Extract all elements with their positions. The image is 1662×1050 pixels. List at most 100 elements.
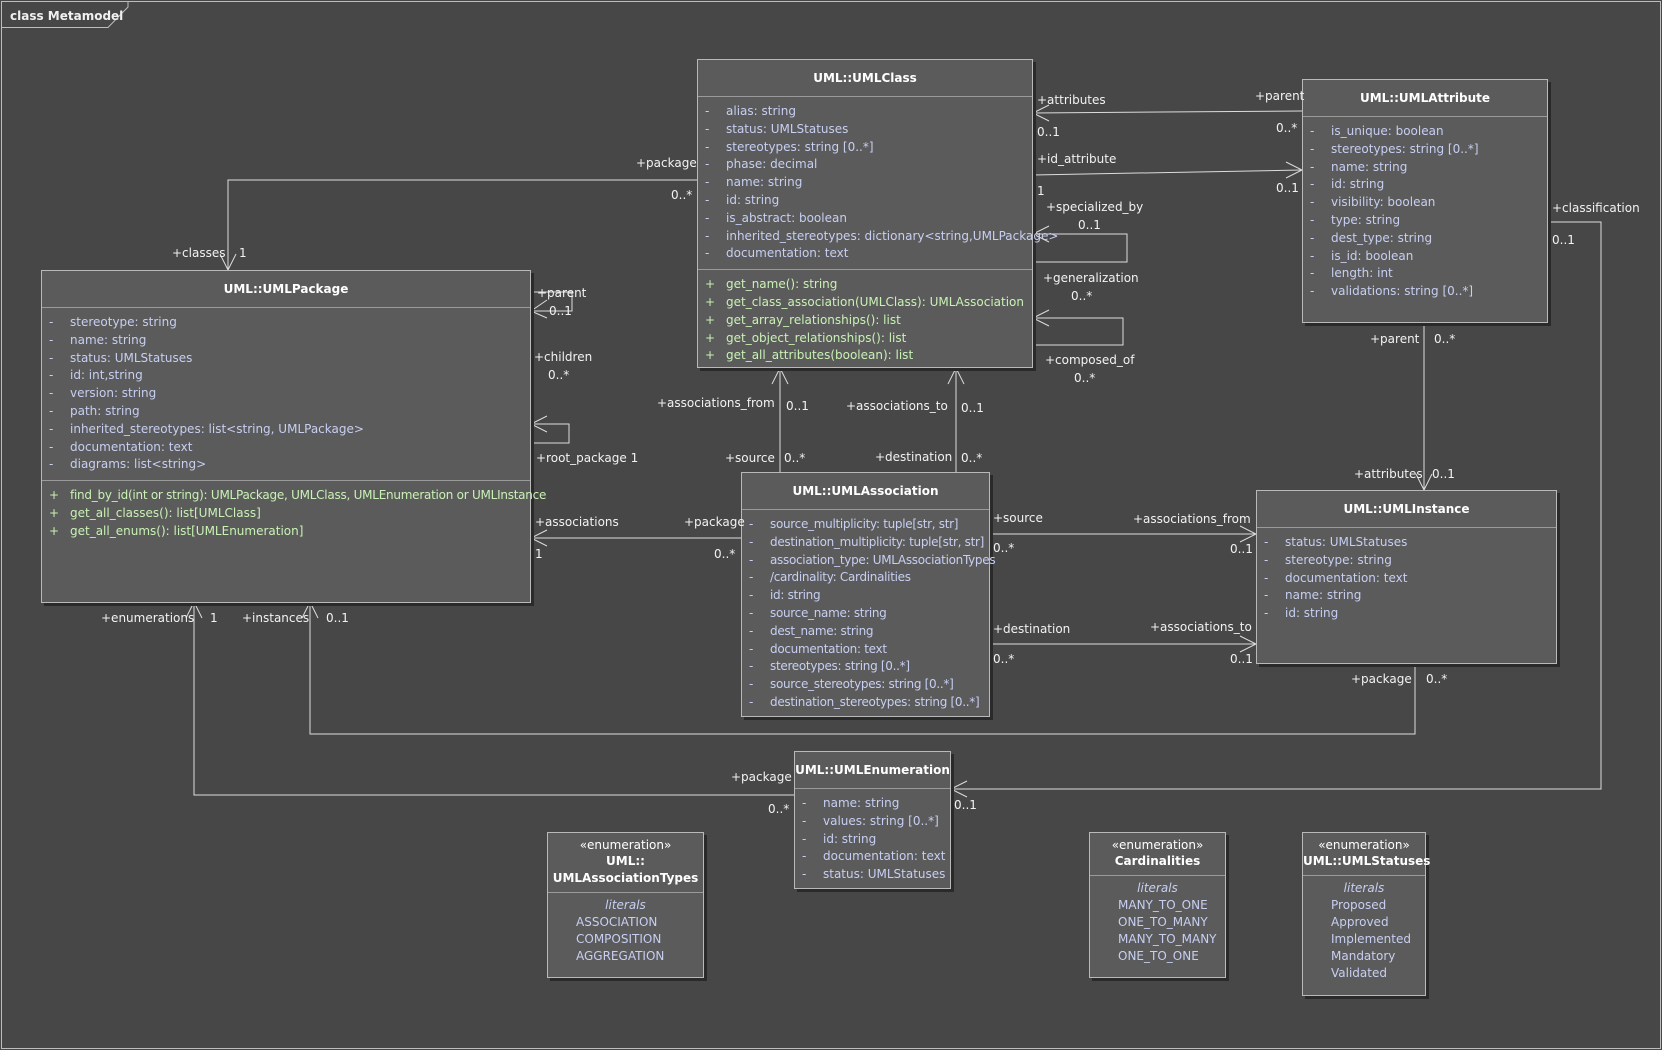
multiplicity-label: 0..1	[549, 304, 572, 318]
role-label: +attributes	[1037, 93, 1106, 107]
attribute-row: - dest_type: string	[1310, 230, 1433, 245]
multiplicity-label: 0..*	[1074, 371, 1096, 385]
multiplicity-label: 0..*	[784, 451, 806, 465]
attribute-row: - name: string	[705, 175, 803, 190]
attribute-row: - phase: decimal	[705, 157, 818, 172]
literal: COMPOSITION	[576, 932, 662, 946]
multiplicity-label: 0..*	[1426, 672, 1448, 686]
literal: ASSOCIATION	[576, 915, 658, 929]
attribute-row: - association_type: UMLAssociationTypes	[749, 552, 996, 567]
role-label: +associations_to	[846, 399, 948, 413]
role-label: +associations_from	[657, 396, 775, 410]
frame-tab: class Metamodel	[2, 2, 126, 28]
enum-header: «enumeration» Cardinalities	[1090, 833, 1225, 876]
edge-package-classes	[227, 179, 697, 270]
class-umlclass[interactable]: UML::UMLClass - alias: string - status: UM…	[697, 59, 1059, 371]
class-umlenumeration[interactable]: UML::UMLEnumeration - name: string - value…	[794, 751, 951, 889]
enum-cardinalities[interactable]: «enumeration» Cardinalities literals MAN…	[1089, 832, 1226, 978]
operation-row: + get_name(): string	[705, 277, 838, 292]
enum-umlstatuses[interactable]: «enumeration» UML::UMLStatuses literals …	[1302, 832, 1431, 996]
literal: ONE_TO_MANY	[1118, 915, 1208, 929]
role-label: +source	[993, 511, 1043, 525]
attribute-row: - documentation: text	[1264, 570, 1408, 585]
attribute-row: - inherited_stereotypes: dictionary<strin…	[705, 228, 1059, 243]
multiplicity-label: 0..*	[768, 802, 790, 816]
role-label: +package	[636, 156, 697, 170]
operation-row: + get_all_enums(): list[UMLEnumeration]	[49, 523, 304, 538]
attribute-row: - status: UMLStatuses	[705, 121, 849, 136]
multiplicity-label: 1	[210, 611, 218, 625]
role-label: +parent	[1370, 332, 1420, 346]
role-label: +root_package 1	[536, 451, 639, 465]
literal: Proposed	[1331, 898, 1387, 912]
enum-stereotype: «enumeration»	[1111, 838, 1204, 852]
multiplicity-label: 0..*	[1434, 332, 1456, 346]
multiplicity-label: 0..1	[1037, 125, 1060, 139]
multiplicity-label: 0..*	[1071, 289, 1093, 303]
attribute-row: - id: string	[705, 192, 780, 207]
multiplicity-label: 0..1	[1432, 467, 1455, 481]
attribute-row: - is_unique: boolean	[1310, 124, 1444, 138]
attribute-row: - version: string	[49, 386, 157, 401]
class-umlinstance[interactable]: UML::UMLInstance - status: UMLStatuses -s…	[1256, 490, 1557, 664]
operation-row: + get_object_relationships(): list	[705, 330, 907, 345]
literal: Implemented	[1331, 932, 1411, 946]
attribute-row: - length: int	[1310, 266, 1393, 281]
role-label: +destination	[993, 622, 1071, 636]
class-umlpackage[interactable]: UML::UMLPackage - stereotype: string - nam…	[41, 270, 547, 603]
attribute-row: - documentation: text	[749, 641, 887, 656]
multiplicity-label: 1	[535, 547, 543, 561]
multiplicity-label: 0..1	[1230, 542, 1253, 556]
literal: AGGREGATION	[576, 949, 665, 963]
attribute-row: - source_multiplicity: tuple[str, str]	[749, 517, 959, 531]
role-label: +associations_to	[1150, 620, 1252, 634]
operation-section: + get_name(): string + get_class_associati…	[698, 269, 1032, 371]
operation-row: + get_all_attributes(boolean): list	[705, 348, 914, 363]
attribute-section: - stereotype: string - name: string - statu…	[42, 308, 530, 480]
literal: Validated	[1331, 966, 1387, 980]
multiplicity-label: 0..1	[1552, 233, 1575, 247]
operation-row: + find_by_id(int or string): UMLPackage, …	[49, 488, 547, 503]
attribute-row: - documentation: text	[49, 439, 193, 454]
role-label: +classes	[172, 246, 226, 260]
literal: ONE_TO_ONE	[1118, 949, 1199, 963]
frame-title: class Metamodel	[10, 9, 124, 23]
attribute-row: - name: string	[1310, 159, 1408, 174]
attribute-row: - alias: string	[705, 104, 796, 118]
enum-header: «enumeration» UML::UMLStatuses	[1303, 833, 1431, 876]
enum-header: «enumeration» UML:: UMLAssociationTypes	[548, 833, 703, 893]
attribute-row: - stereotypes: string [0..*]	[1310, 141, 1479, 156]
multiplicity-label: 0..1	[961, 401, 984, 415]
enum-name: UML::UMLStatuses	[1303, 854, 1431, 868]
operation-row: + get_array_relationships(): list	[705, 312, 901, 327]
attribute-row: - type: string	[1310, 212, 1401, 227]
enum-stereotype: «enumeration»	[579, 838, 672, 852]
multiplicity-label: 0..1	[786, 399, 809, 413]
edge-id-attribute	[1032, 169, 1303, 176]
attribute-row: - documentation: text	[802, 849, 946, 864]
attribute-row: - id: string	[1310, 177, 1385, 192]
multiplicity-label: 0..*	[671, 188, 693, 202]
multiplicity-label: 0..*	[993, 652, 1015, 666]
attribute-row: - id: string	[802, 831, 877, 846]
class-umlassociation[interactable]: UML::UMLAssociation - source_multiplicity…	[741, 472, 996, 717]
multiplicity-label: 0..*	[714, 547, 736, 561]
role-label: +attributes	[1354, 467, 1423, 481]
enum-umlassociationtypes[interactable]: «enumeration» UML:: UMLAssociationTypes …	[547, 832, 704, 978]
attribute-row: - is_abstract: boolean	[705, 210, 847, 225]
multiplicity-label: 0..1	[954, 798, 977, 812]
class-title: UML::UMLAssociation	[742, 473, 989, 510]
role-label: +parent	[1255, 89, 1305, 103]
attribute-row: - visibility: boolean	[1310, 195, 1436, 210]
attribute-row: - is_id: boolean	[1310, 248, 1414, 263]
class-title: UML::UMLAttribute	[1303, 80, 1547, 117]
multiplicity-label: 0..*	[993, 541, 1015, 555]
role-label: +generalization	[1043, 271, 1139, 285]
class-umlattribute[interactable]: UML::UMLAttribute - is_unique: boolean -s…	[1302, 79, 1548, 323]
multiplicity-label: 0..1	[1276, 181, 1299, 195]
literals-title: literals	[1343, 881, 1385, 895]
role-label: +id_attribute	[1037, 152, 1117, 166]
diagram-canvas: class Metamodel UML::UMLClass - alias: st…	[0, 0, 1662, 1050]
multiplicity-label: 0..1	[1078, 218, 1101, 232]
class-title: UML::UMLEnumeration	[795, 752, 950, 789]
